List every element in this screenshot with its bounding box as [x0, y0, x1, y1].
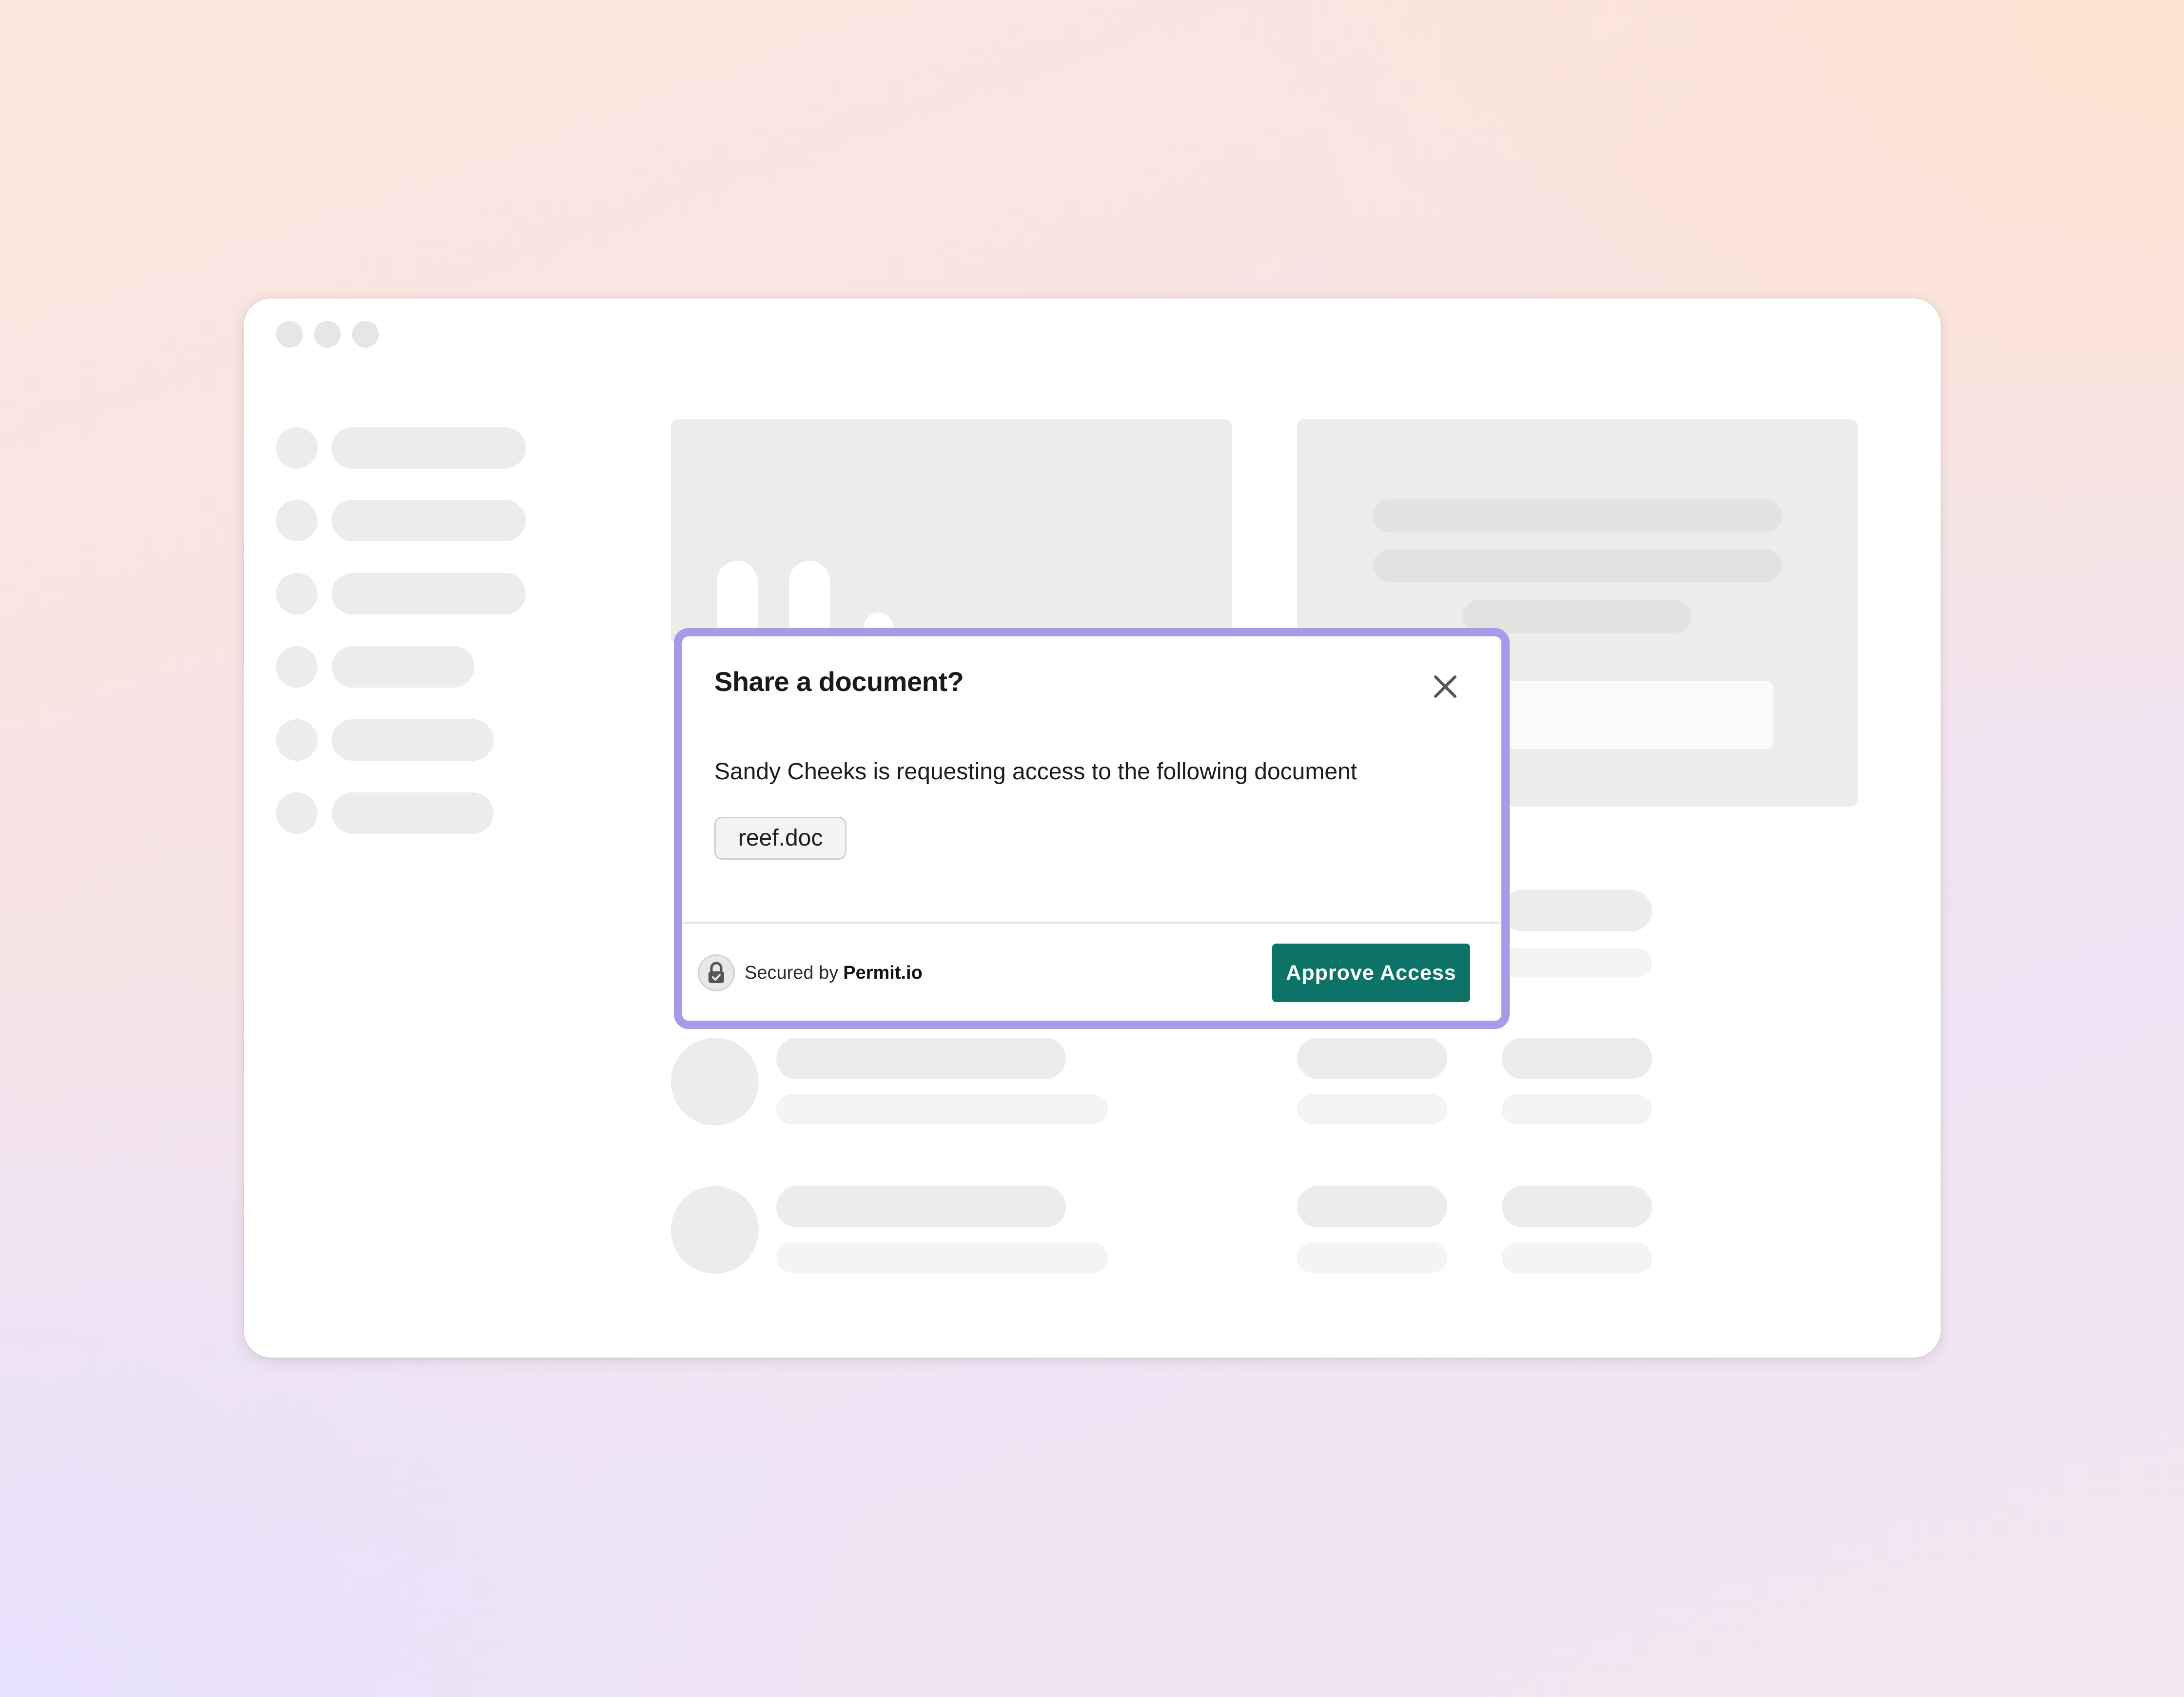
text-line-placeholder: [1373, 549, 1782, 582]
footer-divider: [682, 922, 1501, 924]
sidebar-item-placeholder: [332, 792, 493, 834]
text-line-placeholder: [1373, 499, 1782, 533]
chart-card-placeholder: [671, 419, 1232, 658]
row-avatar-placeholder: [671, 1038, 759, 1125]
lock-icon: [698, 954, 735, 991]
dialog-title: Share a document?: [714, 666, 964, 697]
request-message: Sandy Cheeks is requesting access to the…: [714, 759, 1358, 785]
sidebar-avatar-placeholder: [276, 573, 317, 614]
row-title-placeholder: [776, 1186, 1066, 1227]
cell-placeholder: [1297, 1094, 1447, 1125]
sidebar-avatar-placeholder: [276, 500, 317, 541]
sidebar-avatar-placeholder: [276, 427, 317, 469]
sidebar-avatar-placeholder: [276, 792, 317, 834]
sidebar-item-placeholder: [332, 573, 526, 614]
approve-access-button[interactable]: Approve Access: [1272, 944, 1470, 1002]
close-button[interactable]: [1423, 665, 1467, 709]
cell-placeholder: [1297, 1186, 1447, 1227]
sidebar-item-placeholder: [332, 646, 474, 688]
sidebar-item-placeholder: [332, 500, 526, 541]
sidebar-item-placeholder: [332, 427, 526, 469]
cell-placeholder: [1502, 948, 1652, 977]
cell-placeholder: [1502, 890, 1652, 931]
window-dot: [314, 321, 341, 348]
window-dot: [352, 321, 379, 348]
sidebar-avatar-placeholder: [276, 719, 317, 761]
row-title-placeholder: [776, 1038, 1066, 1079]
window-dot: [276, 321, 303, 348]
cell-placeholder: [1502, 1094, 1652, 1125]
permit-brand-label: Permit.io: [843, 962, 923, 983]
cell-placeholder: [1502, 1186, 1652, 1227]
close-icon: [1434, 675, 1456, 698]
row-subtitle-placeholder: [776, 1094, 1108, 1125]
cell-placeholder: [1297, 1243, 1447, 1273]
secured-by-badge: Secured by Permit.io: [698, 954, 923, 991]
row-subtitle-placeholder: [776, 1243, 1108, 1273]
sidebar-avatar-placeholder: [276, 646, 317, 688]
share-document-dialog: Share a document? Sandy Cheeks is reques…: [674, 628, 1510, 1029]
row-avatar-placeholder: [671, 1186, 759, 1274]
document-chip: reef.doc: [714, 817, 847, 860]
sidebar-item-placeholder: [332, 719, 493, 761]
secured-by-label: Secured by: [745, 962, 839, 983]
cell-placeholder: [1297, 1038, 1447, 1079]
cell-placeholder: [1502, 1038, 1652, 1079]
cell-placeholder: [1502, 1243, 1652, 1273]
